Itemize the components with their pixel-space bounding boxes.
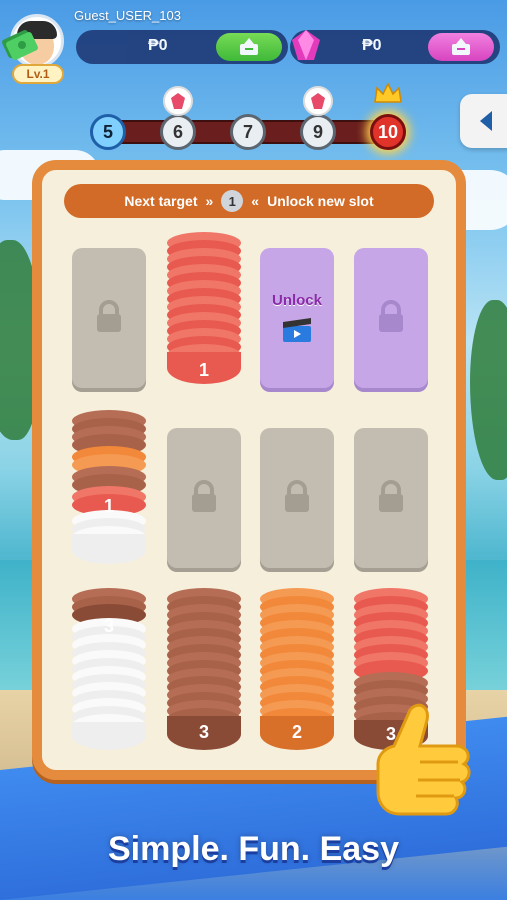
locked-slot[interactable]	[354, 428, 428, 568]
level-node: 9	[300, 114, 336, 150]
target-value: 1	[221, 190, 244, 212]
disc-stack-brown[interactable]: 3	[167, 588, 241, 753]
lock-icon	[379, 480, 403, 512]
thumbs-up-icon	[376, 703, 471, 816]
stack-count: 3	[198, 722, 209, 742]
level-node-final: 10	[370, 114, 406, 150]
username: Guest_USER_103	[74, 8, 181, 23]
next-target-label: Next target	[124, 193, 198, 209]
level-progress: 5 6 7 9 10	[88, 82, 418, 158]
cash-balance: ₱0	[76, 30, 288, 64]
side-menu-button[interactable]	[460, 94, 507, 148]
locked-slot[interactable]	[72, 248, 146, 388]
level-node: 6	[160, 114, 196, 150]
unlock-slot-label: Unlock new slot	[267, 193, 374, 209]
disc-stack-orange[interactable]: 2	[260, 588, 334, 753]
cash-icon	[2, 30, 38, 60]
reward-gem-icon	[303, 86, 333, 116]
stack-count: 3	[103, 616, 114, 636]
level-node: 5	[90, 114, 126, 150]
unlock-label: Unlock	[271, 292, 322, 309]
disc-stack-red[interactable]: 1	[167, 232, 241, 392]
next-target-bar: Next target » 1 « Unlock new slot	[64, 184, 434, 218]
reward-gem-icon	[163, 86, 193, 116]
cash-value: ₱0	[148, 37, 168, 54]
unlock-ad-slot[interactable]: Unlock	[260, 248, 334, 388]
tagline: Simple. Fun. Easy	[108, 830, 399, 868]
lock-icon	[285, 480, 309, 512]
gem-add-button[interactable]	[428, 33, 494, 61]
locked-slot[interactable]	[167, 428, 241, 568]
level-node: 7	[230, 114, 266, 150]
stack-count: 2	[291, 722, 302, 742]
chevron-left-icon	[480, 111, 492, 131]
arrow-left-icon: «	[251, 193, 260, 209]
add-gem-icon	[452, 38, 470, 55]
level-badge: Lv.1	[12, 64, 64, 84]
crown-icon	[374, 82, 402, 103]
game-board: Next target » 1 « Unlock new slot 1 Unlo…	[32, 160, 466, 780]
add-cash-icon	[240, 38, 258, 55]
lock-icon	[192, 480, 216, 512]
disc-stack-white[interactable]: 3	[72, 588, 146, 753]
disc-stack-mixed[interactable]: 1	[72, 410, 146, 570]
arrow-right-icon: »	[205, 193, 214, 209]
locked-slot-purple[interactable]	[354, 248, 428, 388]
gem-value: ₱0	[362, 37, 382, 54]
gem-icon	[292, 30, 320, 60]
stack-count: 1	[198, 360, 209, 380]
locked-slot[interactable]	[260, 428, 334, 568]
clapperboard-icon	[283, 318, 311, 342]
lock-icon	[97, 300, 121, 332]
lock-icon	[379, 300, 403, 332]
top-bar: Lv.1 Guest_USER_103 ₱0 ₱0	[0, 0, 507, 90]
palm-tree	[470, 300, 507, 480]
stack-count: 1	[103, 496, 114, 516]
cash-add-button[interactable]	[216, 33, 282, 61]
